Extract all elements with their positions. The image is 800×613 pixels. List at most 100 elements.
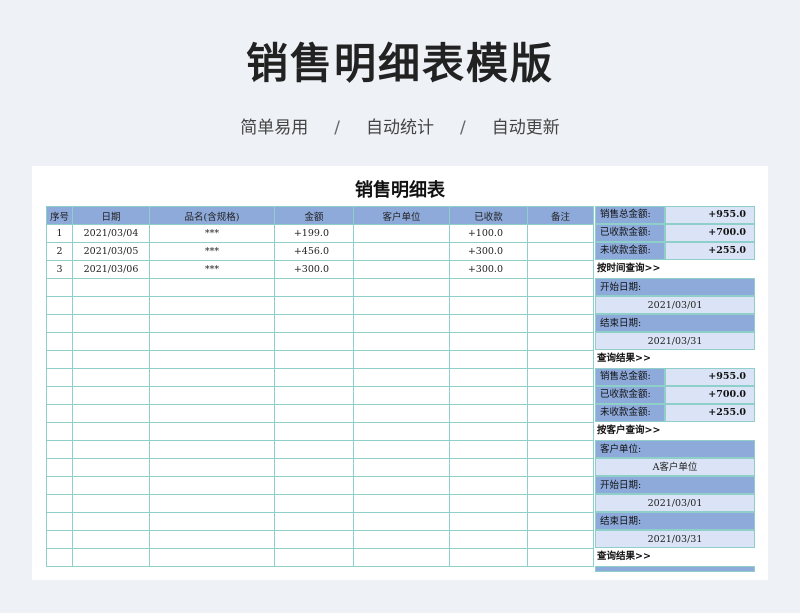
- table-cell[interactable]: [527, 458, 594, 477]
- table-cell[interactable]: [72, 440, 150, 459]
- table-cell[interactable]: [72, 404, 150, 423]
- table-cell[interactable]: [449, 512, 528, 531]
- table-cell[interactable]: [449, 476, 528, 495]
- table-cell[interactable]: [46, 314, 73, 333]
- table-cell[interactable]: [46, 440, 73, 459]
- table-cell[interactable]: 2: [46, 242, 73, 261]
- table-cell[interactable]: [149, 350, 275, 369]
- table-cell[interactable]: [527, 242, 594, 261]
- table-cell[interactable]: [46, 422, 73, 441]
- table-cell[interactable]: [527, 314, 594, 333]
- table-cell[interactable]: [449, 368, 528, 387]
- table-cell[interactable]: [274, 512, 354, 531]
- table-cell[interactable]: ***: [149, 260, 275, 279]
- table-cell[interactable]: [449, 350, 528, 369]
- table-cell[interactable]: [353, 314, 450, 333]
- table-cell[interactable]: [527, 404, 594, 423]
- table-cell[interactable]: [72, 278, 150, 297]
- table-cell[interactable]: [274, 386, 354, 405]
- table-cell[interactable]: [527, 296, 594, 315]
- table-cell[interactable]: [527, 368, 594, 387]
- table-cell[interactable]: [149, 386, 275, 405]
- table-cell[interactable]: [353, 458, 450, 477]
- table-cell[interactable]: [353, 512, 450, 531]
- table-cell[interactable]: [353, 386, 450, 405]
- customer-input[interactable]: A客户单位: [595, 458, 755, 476]
- table-cell[interactable]: [149, 440, 275, 459]
- table-cell[interactable]: [46, 494, 73, 513]
- table-cell[interactable]: +456.0: [274, 242, 354, 261]
- table-cell[interactable]: +300.0: [274, 260, 354, 279]
- column-header[interactable]: 金额: [274, 206, 354, 225]
- table-cell[interactable]: ***: [149, 224, 275, 243]
- table-cell[interactable]: [353, 296, 450, 315]
- table-cell[interactable]: [149, 458, 275, 477]
- table-cell[interactable]: [527, 512, 594, 531]
- column-header[interactable]: 已收款: [449, 206, 528, 225]
- table-cell[interactable]: [527, 494, 594, 513]
- table-cell[interactable]: [274, 440, 354, 459]
- table-cell[interactable]: [353, 548, 450, 567]
- table-cell[interactable]: [353, 332, 450, 351]
- table-cell[interactable]: [449, 386, 528, 405]
- table-cell[interactable]: [274, 422, 354, 441]
- table-cell[interactable]: [449, 296, 528, 315]
- table-cell[interactable]: [72, 512, 150, 531]
- table-cell[interactable]: [72, 476, 150, 495]
- table-cell[interactable]: ***: [149, 242, 275, 261]
- table-cell[interactable]: 1: [46, 224, 73, 243]
- table-cell[interactable]: [449, 494, 528, 513]
- table-cell[interactable]: [149, 368, 275, 387]
- table-cell[interactable]: [527, 476, 594, 495]
- table-cell[interactable]: [46, 404, 73, 423]
- table-cell[interactable]: [46, 512, 73, 531]
- table-cell[interactable]: [72, 332, 150, 351]
- table-cell[interactable]: [353, 476, 450, 495]
- table-cell[interactable]: +199.0: [274, 224, 354, 243]
- table-cell[interactable]: [449, 332, 528, 351]
- table-cell[interactable]: [353, 404, 450, 423]
- table-cell[interactable]: [72, 314, 150, 333]
- table-cell[interactable]: +300.0: [449, 260, 528, 279]
- column-header[interactable]: 客户单位: [353, 206, 450, 225]
- table-cell[interactable]: [353, 440, 450, 459]
- table-cell[interactable]: [72, 350, 150, 369]
- start-date-input[interactable]: 2021/03/01: [595, 494, 755, 512]
- table-cell[interactable]: [527, 224, 594, 243]
- table-cell[interactable]: [274, 278, 354, 297]
- table-cell[interactable]: [274, 350, 354, 369]
- table-cell[interactable]: [72, 422, 150, 441]
- table-cell[interactable]: [274, 368, 354, 387]
- table-cell[interactable]: [274, 332, 354, 351]
- table-cell[interactable]: [149, 494, 275, 513]
- table-cell[interactable]: [46, 368, 73, 387]
- table-cell[interactable]: 2021/03/04: [72, 224, 150, 243]
- table-cell[interactable]: [149, 512, 275, 531]
- table-cell[interactable]: [149, 404, 275, 423]
- table-cell[interactable]: [72, 296, 150, 315]
- table-cell[interactable]: [353, 350, 450, 369]
- end-date-input[interactable]: 2021/03/31: [595, 332, 755, 350]
- table-cell[interactable]: [72, 530, 150, 549]
- table-cell[interactable]: 2021/03/06: [72, 260, 150, 279]
- table-cell[interactable]: [46, 476, 73, 495]
- table-cell[interactable]: [449, 530, 528, 549]
- table-cell[interactable]: [274, 476, 354, 495]
- table-cell[interactable]: [149, 314, 275, 333]
- table-cell[interactable]: [449, 440, 528, 459]
- table-cell[interactable]: [274, 314, 354, 333]
- table-cell[interactable]: [149, 296, 275, 315]
- table-cell[interactable]: [72, 548, 150, 567]
- table-cell[interactable]: [149, 548, 275, 567]
- table-cell[interactable]: [149, 422, 275, 441]
- column-header[interactable]: 品名(含规格): [149, 206, 275, 225]
- table-cell[interactable]: [353, 422, 450, 441]
- column-header[interactable]: 备注: [527, 206, 594, 225]
- table-cell[interactable]: [527, 278, 594, 297]
- table-cell[interactable]: 2021/03/05: [72, 242, 150, 261]
- table-cell[interactable]: [353, 278, 450, 297]
- table-cell[interactable]: [527, 260, 594, 279]
- table-cell[interactable]: [149, 530, 275, 549]
- table-cell[interactable]: [527, 422, 594, 441]
- start-date-input[interactable]: 2021/03/01: [595, 296, 755, 314]
